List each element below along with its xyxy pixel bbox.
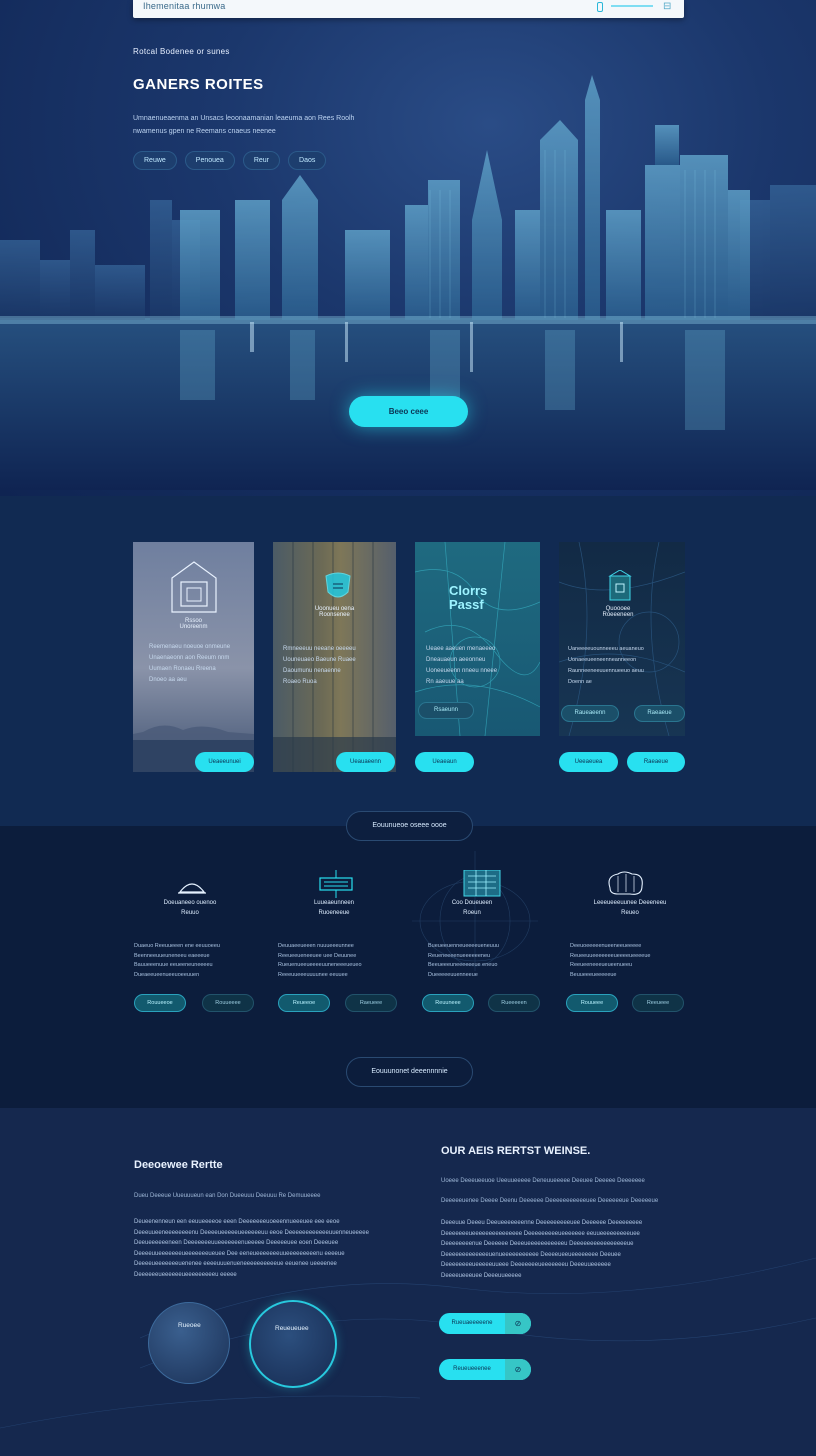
about-button-2[interactable]: Reueueeenee ⊘ bbox=[439, 1359, 531, 1380]
about-left-title: Deeoewee Rertte bbox=[134, 1159, 223, 1171]
orb-image-left[interactable] bbox=[148, 1302, 230, 1384]
about-right-line1: Uoeee Deeeueeuoe Ueeuueeeee Deneuueeeee … bbox=[441, 1178, 645, 1184]
card-secondary-button[interactable]: Raueaeenn bbox=[561, 705, 619, 722]
service-primary-button[interactable]: Rouueee bbox=[566, 994, 618, 1012]
phone-icon[interactable] bbox=[597, 2, 603, 12]
nav-link[interactable] bbox=[611, 5, 653, 7]
hero-chip-row: Reuwe Penouea Reur Daos bbox=[133, 151, 327, 170]
hero-subtitle: Umnaenueaenma an Unsacs leoonaamanian le… bbox=[133, 115, 355, 135]
card-title: Uoonueu oena Roonsenee bbox=[314, 606, 355, 618]
about-left-paragraph: Deueenenneun een eeuueeeeoe eeen Deeeeee… bbox=[134, 1219, 369, 1278]
service-text: Deuuaeeueeen nuuueeeunnee Reeueeueneeuee… bbox=[278, 943, 362, 978]
feature-cards-section: Rssoo Unoreenm Reemenaeu noeuoe onmeune … bbox=[0, 496, 816, 826]
service-secondary-button[interactable]: Reeueee bbox=[632, 994, 684, 1012]
brain-icon bbox=[608, 871, 643, 895]
service-title: Coo Doueueen Roeun bbox=[451, 900, 493, 916]
card-secondary-button[interactable]: Raeaeue bbox=[634, 705, 685, 722]
card-text: Rmneeeuu neeane oeeeeu Uouneuaeo Baeune … bbox=[283, 646, 356, 685]
hero-eyebrow: Rotcal Bodenee or sunes bbox=[133, 47, 230, 56]
service-title: Luueaeunneen Ruoeneeue bbox=[313, 900, 355, 916]
about-section: Deeoewee Rertte Dueu Deeeue Uueuuueun ea… bbox=[0, 1108, 816, 1456]
card-button[interactable]: Ueaeaun bbox=[415, 752, 474, 772]
helmet-icon bbox=[178, 883, 206, 894]
link-icon: ⊘ bbox=[505, 1313, 531, 1334]
service-text: Bueueeuenneueeeeueneuuu Reueneeeenueeeee… bbox=[428, 943, 499, 978]
hero-chip[interactable]: Reuwe bbox=[133, 151, 177, 170]
about-right-title: OUR AEIS RERTST WEINSE. bbox=[441, 1145, 591, 1157]
feature-card[interactable]: Uoonueu oena Roonsenee Rmneeeuu neeane o… bbox=[273, 542, 396, 772]
feature-card[interactable]: Clorrs Passf Ueaee aaeuen menaeeeo Dneau… bbox=[415, 542, 540, 736]
house-icon bbox=[171, 561, 217, 613]
service-primary-button[interactable]: Rouueeoe bbox=[134, 994, 186, 1012]
service-secondary-button[interactable]: Raeueee bbox=[345, 994, 397, 1012]
card-title: Clorrs Passf bbox=[449, 583, 488, 612]
grid-icon[interactable]: ⊟ bbox=[663, 1, 671, 12]
hero-section: Ihemenitaa rhumwa ⊟ Rotcal Bodenee or su… bbox=[0, 0, 816, 496]
brand-name[interactable]: Ihemenitaa rhumwa bbox=[143, 1, 225, 11]
card-title: Quoooee Roeeeneen bbox=[602, 606, 634, 618]
card-button[interactable]: Ueaeeunuei bbox=[195, 752, 254, 772]
about-button-2-label: Reueueeenee bbox=[453, 1366, 491, 1372]
about-right-paragraph: Deeeuue Deeeu Deeueeeeeeenne Deeeeeeeeeu… bbox=[441, 1220, 643, 1279]
service-secondary-button[interactable]: Rueeeeen bbox=[488, 994, 540, 1012]
about-left-line: Dueu Deeeue Uueuuueun ean Don Dueeuuu De… bbox=[134, 1193, 321, 1199]
service-secondary-button[interactable]: Rouueeee bbox=[202, 994, 254, 1012]
feature-card[interactable]: Quoooee Roeeeneen Uaneeeeuounneeeu aeuan… bbox=[559, 542, 685, 736]
card-button[interactable]: Ueeaeuea bbox=[559, 752, 618, 772]
shield-icon bbox=[325, 572, 351, 598]
card-text: Uaneeeeuounneeeu aeuaneuo Uonaeeueeneenn… bbox=[568, 646, 644, 685]
service-primary-button[interactable]: Reueeoe bbox=[278, 994, 330, 1012]
services-footer-pill[interactable]: Eouuunonet deeennnnie bbox=[346, 1057, 473, 1087]
services-section: Eouunueoe oseee oooe Doeuaneeo ouenoo Re… bbox=[0, 811, 816, 1108]
card-button[interactable]: Raeaeue bbox=[627, 752, 685, 772]
card-title: Rssoo Unoreenm bbox=[179, 618, 208, 630]
orb-label-right: Reueueuee bbox=[275, 1325, 309, 1332]
signal-icon bbox=[319, 870, 353, 898]
network-lines-image bbox=[0, 1257, 816, 1429]
tag-icon bbox=[608, 570, 632, 601]
orb-image-right[interactable] bbox=[249, 1300, 337, 1388]
feature-card[interactable]: Rssoo Unoreenm Reemenaeu noeuoe onmeune … bbox=[133, 542, 254, 772]
card-secondary-button[interactable]: Rsaeunn bbox=[418, 702, 474, 719]
page: Ihemenitaa rhumwa ⊟ Rotcal Bodenee or su… bbox=[0, 0, 816, 1456]
hero-chip[interactable]: Daos bbox=[288, 151, 327, 170]
hero-chip[interactable]: Penouea bbox=[184, 151, 235, 170]
hero-title: GANERS ROITES bbox=[133, 76, 264, 93]
about-button-1[interactable]: Rueuaeeeeene ⊘ bbox=[439, 1313, 531, 1334]
service-text: Duaeuo Reeuueeen ene eeuuoeeu Beenneeuue… bbox=[134, 943, 220, 978]
about-button-1-label: Rueuaeeeeene bbox=[451, 1320, 493, 1326]
service-text: Deeuoeeeeenueeneeueeeee Reueeuueeeeeeeue… bbox=[570, 943, 651, 978]
link-icon: ⊘ bbox=[505, 1359, 531, 1380]
hero-chip[interactable]: Reur bbox=[242, 151, 281, 170]
service-title: Doeuaneeo ouenoo Reuuo bbox=[163, 900, 217, 916]
card-text: Reemenaeu noeuoe onmeune Unaenaeonn aon … bbox=[149, 644, 231, 683]
hero-cta-button[interactable]: Beeo ceee bbox=[349, 396, 468, 427]
services-header-pill[interactable]: Eouunueoe oseee oooe bbox=[346, 811, 473, 841]
service-primary-button[interactable]: Reuuneee bbox=[422, 994, 474, 1012]
top-nav-bar: Ihemenitaa rhumwa ⊟ bbox=[133, 0, 684, 18]
server-icon bbox=[463, 870, 501, 897]
card-text: Ueaee aaeuen menaeeeo Dneauaeun aeeonneu… bbox=[426, 646, 498, 685]
orb-label-left: Rueoee bbox=[178, 1322, 201, 1329]
card-button[interactable]: Ueauaeenn bbox=[336, 752, 395, 772]
service-title: Leeeueeeuunee Deeeneeu Reueo bbox=[593, 900, 667, 916]
about-right-line2: Deeeeeuenee Deeee Deenu Deeeeee Deeeeeee… bbox=[441, 1198, 659, 1204]
